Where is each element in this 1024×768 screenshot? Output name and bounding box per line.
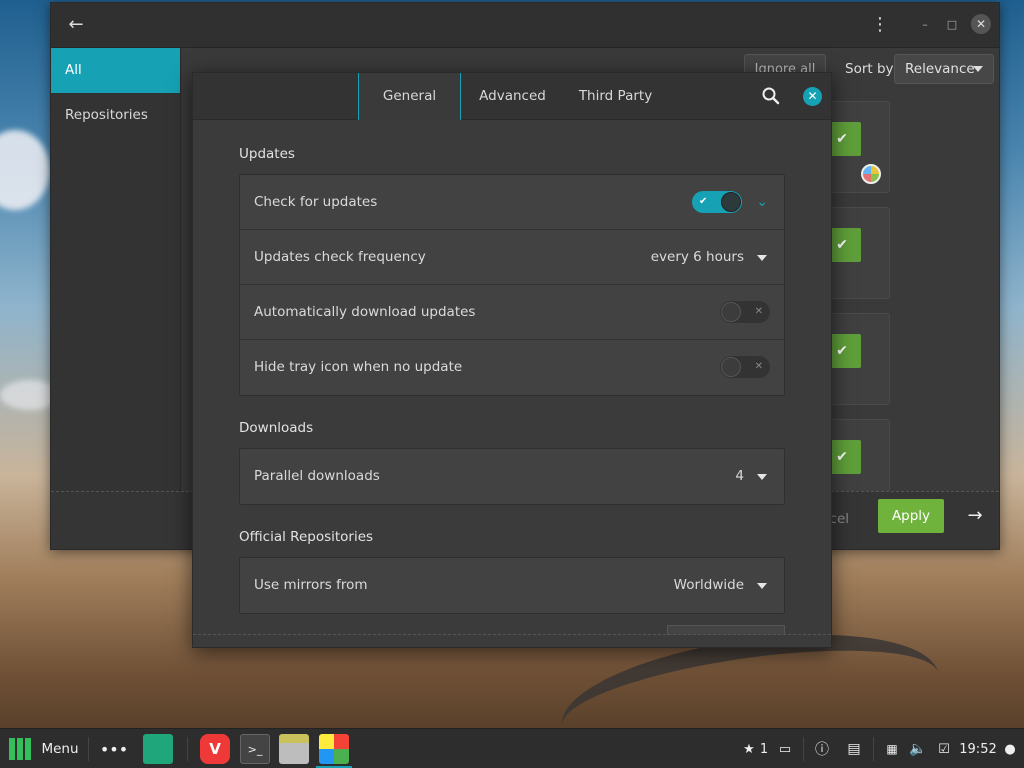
preferences-dialog: General Advanced Third Party ✕ Updates C… [192, 72, 832, 648]
section-title-official-repositories: Official Repositories [239, 529, 374, 545]
minimize-icon[interactable]: – [916, 16, 934, 34]
display-icon[interactable]: ▭ [775, 729, 795, 768]
dialog-header: General Advanced Third Party ✕ [193, 73, 831, 120]
sidebar: All Repositories [51, 48, 181, 493]
dialog-footer-divider [193, 634, 831, 635]
package-card[interactable]: ✔ [822, 101, 890, 193]
section-title-downloads: Downloads [239, 420, 314, 436]
sidebar-item-all[interactable]: All [51, 48, 180, 93]
clock[interactable]: 19:52 [958, 729, 998, 768]
updates-info-icon[interactable]: ⓘ [812, 729, 832, 768]
file-manager-icon[interactable] [143, 734, 173, 764]
tab-advanced[interactable]: Advanced [461, 73, 564, 120]
auto-download-label: Automatically download updates [254, 304, 476, 320]
notification-count: 1 [759, 741, 769, 757]
update-frequency-value[interactable]: every 6 hours [651, 230, 744, 285]
parallel-downloads-value[interactable]: 4 [735, 449, 744, 504]
parallel-downloads-label: Parallel downloads [254, 468, 380, 484]
chevron-down-icon[interactable]: ⌄ [756, 192, 768, 212]
package-card[interactable]: ✔ [822, 419, 890, 493]
wallpaper-cloud [0, 130, 50, 210]
user-icon[interactable]: ● [1001, 729, 1019, 768]
auto-download-toggle[interactable]: ✕ [720, 301, 770, 323]
downloads-group: Parallel downloads 4 [239, 448, 785, 505]
sort-select[interactable]: Relevance [894, 54, 994, 84]
main-header: ← ⋮ – □ ✕ [51, 3, 999, 48]
check-for-updates-label: Check for updates [254, 194, 378, 210]
x-icon: ✕ [754, 361, 763, 372]
caret-down-icon[interactable] [757, 255, 767, 261]
vivaldi-browser-icon[interactable]: V [200, 734, 230, 764]
mirrors-value[interactable]: Worldwide [674, 558, 744, 613]
search-icon[interactable] [761, 86, 781, 106]
clipboard-icon[interactable]: ▤ [842, 729, 866, 768]
close-icon[interactable]: ✕ [803, 87, 822, 106]
package-manager-icon[interactable] [319, 734, 349, 764]
sort-select-value: Relevance [905, 61, 975, 77]
hide-tray-label: Hide tray icon when no update [254, 359, 463, 375]
notification-icon[interactable]: ★ [740, 729, 758, 768]
check-for-updates-toggle[interactable]: ✔ [692, 191, 742, 213]
menu-button-label[interactable]: Menu [40, 729, 80, 768]
app-grid-icon[interactable]: ••• [100, 729, 128, 768]
mirrors-label: Use mirrors from [254, 577, 368, 593]
archive-manager-icon[interactable] [279, 734, 309, 764]
caret-down-icon[interactable] [757, 583, 767, 589]
updates-group: Check for updates ✔ ⌄ Updates check freq… [239, 174, 785, 396]
auto-download-row: Automatically download updates ✕ [240, 285, 784, 340]
volume-icon[interactable]: 🔈 [908, 729, 928, 768]
arrow-right-icon[interactable]: → [963, 502, 987, 530]
check-icon: ✔ [699, 196, 708, 207]
package-card[interactable]: ✔ [822, 313, 890, 405]
toggle-knob [721, 192, 741, 212]
check-for-updates-row: Check for updates ✔ ⌄ [240, 175, 784, 230]
terminal-icon[interactable]: >_ [240, 734, 270, 764]
package-badge-icon [861, 164, 881, 184]
taskbar-separator [873, 737, 874, 761]
maximize-icon[interactable]: □ [943, 16, 961, 34]
taskbar: Menu ••• V >_ ★ 1 ▭ ⓘ ▤ ▦ 🔈 ☑ 19:52 ● [0, 728, 1024, 768]
caret-down-icon[interactable] [757, 474, 767, 480]
hide-tray-toggle[interactable]: ✕ [720, 356, 770, 378]
update-frequency-label: Updates check frequency [254, 249, 426, 265]
toggle-knob [721, 302, 741, 322]
back-arrow-icon[interactable]: ← [65, 14, 87, 36]
sort-by-label: Sort by [845, 61, 894, 77]
update-frequency-row[interactable]: Updates check frequency every 6 hours [240, 230, 784, 285]
manjaro-logo-icon[interactable] [6, 729, 34, 768]
x-icon: ✕ [754, 306, 763, 317]
kebab-menu-icon[interactable]: ⋮ [871, 14, 889, 36]
hide-tray-row: Hide tray icon when no update ✕ [240, 340, 784, 395]
taskbar-separator [88, 737, 89, 761]
taskbar-separator [803, 737, 804, 761]
apply-button[interactable]: Apply [878, 499, 944, 533]
sidebar-item-repositories[interactable]: Repositories [51, 93, 180, 138]
tab-general[interactable]: General [358, 73, 461, 120]
window-close-icon[interactable]: ✕ [971, 14, 991, 34]
tab-third-party[interactable]: Third Party [568, 73, 663, 120]
dialog-body: Updates Check for updates ✔ ⌄ Updates ch… [193, 121, 831, 636]
package-card[interactable]: ✔ [822, 207, 890, 299]
system-monitor-icon[interactable]: ☑ [934, 729, 954, 768]
toggle-knob [721, 357, 741, 377]
network-icon[interactable]: ▦ [882, 729, 902, 768]
caret-down-icon [973, 66, 983, 72]
mirrors-row[interactable]: Use mirrors from Worldwide [240, 558, 784, 613]
section-title-updates: Updates [239, 146, 295, 162]
taskbar-separator [187, 737, 188, 761]
parallel-downloads-row[interactable]: Parallel downloads 4 [240, 449, 784, 504]
official-repositories-group: Use mirrors from Worldwide [239, 557, 785, 614]
